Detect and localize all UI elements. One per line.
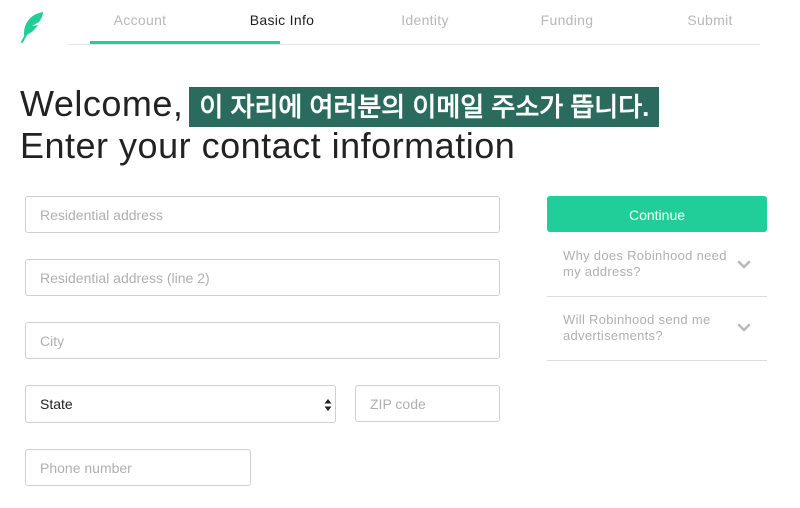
zip-code-input[interactable] bbox=[355, 385, 500, 422]
step-account[interactable]: Account bbox=[69, 12, 211, 28]
chevron-down-icon bbox=[737, 323, 751, 332]
select-arrows-icon bbox=[324, 399, 332, 411]
email-banner: 이 자리에 여러분의 이메일 주소가 뜹니다. bbox=[189, 87, 660, 127]
step-navigation: Account Basic Info Identity Funding Subm… bbox=[68, 0, 760, 45]
faq-question-line: my address? bbox=[563, 264, 641, 279]
chevron-down-icon bbox=[737, 260, 751, 269]
faq-question-line: advertisements? bbox=[563, 328, 663, 343]
state-select[interactable]: State bbox=[25, 385, 336, 423]
residential-address-line2-input[interactable] bbox=[25, 259, 500, 296]
city-input[interactable] bbox=[25, 322, 500, 359]
faq-item-advertisements[interactable]: Will Robinhood send me advertisements? bbox=[547, 297, 767, 361]
faq-question-line: Why does Robinhood need bbox=[563, 248, 727, 263]
residential-address-input[interactable] bbox=[25, 196, 500, 233]
faq-question-line: Will Robinhood send me bbox=[563, 312, 711, 327]
phone-number-input[interactable] bbox=[25, 449, 251, 486]
continue-button[interactable]: Continue bbox=[547, 196, 767, 232]
page-subtitle: Enter your contact information bbox=[20, 125, 516, 166]
faq-item-address[interactable]: Why does Robinhood need my address? bbox=[547, 232, 767, 297]
step-funding[interactable]: Funding bbox=[496, 12, 638, 28]
step-basic-info[interactable]: Basic Info bbox=[211, 12, 353, 28]
state-select-value: State bbox=[40, 396, 73, 412]
welcome-text: Welcome, bbox=[20, 83, 184, 124]
page-title: Welcome, 이 자리에 여러분의 이메일 주소가 뜹니다. bbox=[20, 82, 660, 127]
step-submit[interactable]: Submit bbox=[639, 12, 781, 28]
step-identity[interactable]: Identity bbox=[354, 12, 496, 28]
feather-icon[interactable] bbox=[18, 10, 46, 44]
active-step-indicator bbox=[90, 41, 280, 44]
